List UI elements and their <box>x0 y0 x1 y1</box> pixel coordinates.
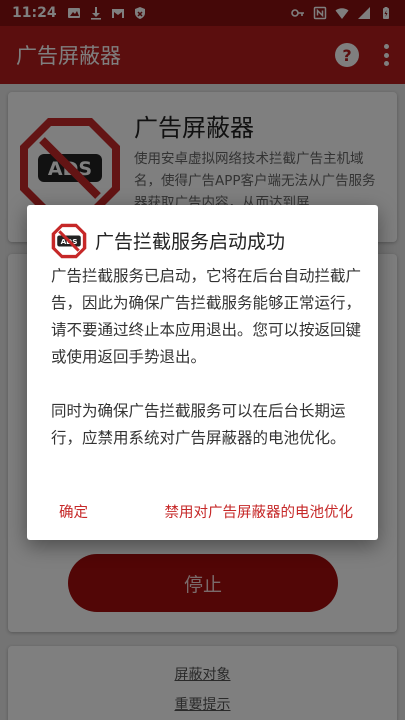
ads-block-icon: ADS <box>51 223 87 259</box>
service-started-dialog: ADS 广告拦截服务启动成功 广告拦截服务已启动，它将在后台自动拦截广告，因此为… <box>27 205 378 540</box>
dialog-paragraph-2: 同时为确保广告拦截服务可以在后台长期运行，应禁用系统对广告屏蔽器的电池优化。 <box>51 402 346 447</box>
dialog-message: 广告拦截服务已启动，它将在后台自动拦截广告，因此为确保广告拦截服务能够正常运行，… <box>51 263 361 479</box>
disable-battery-optimization-button[interactable]: 禁用对广告屏蔽器的电池优化 <box>165 501 354 522</box>
dialog-paragraph-1: 广告拦截服务已启动，它将在后台自动拦截广告，因此为确保广告拦截服务能够正常运行，… <box>51 267 362 366</box>
confirm-button[interactable]: 确定 <box>59 501 88 522</box>
dialog-title: 广告拦截服务启动成功 <box>95 231 286 253</box>
